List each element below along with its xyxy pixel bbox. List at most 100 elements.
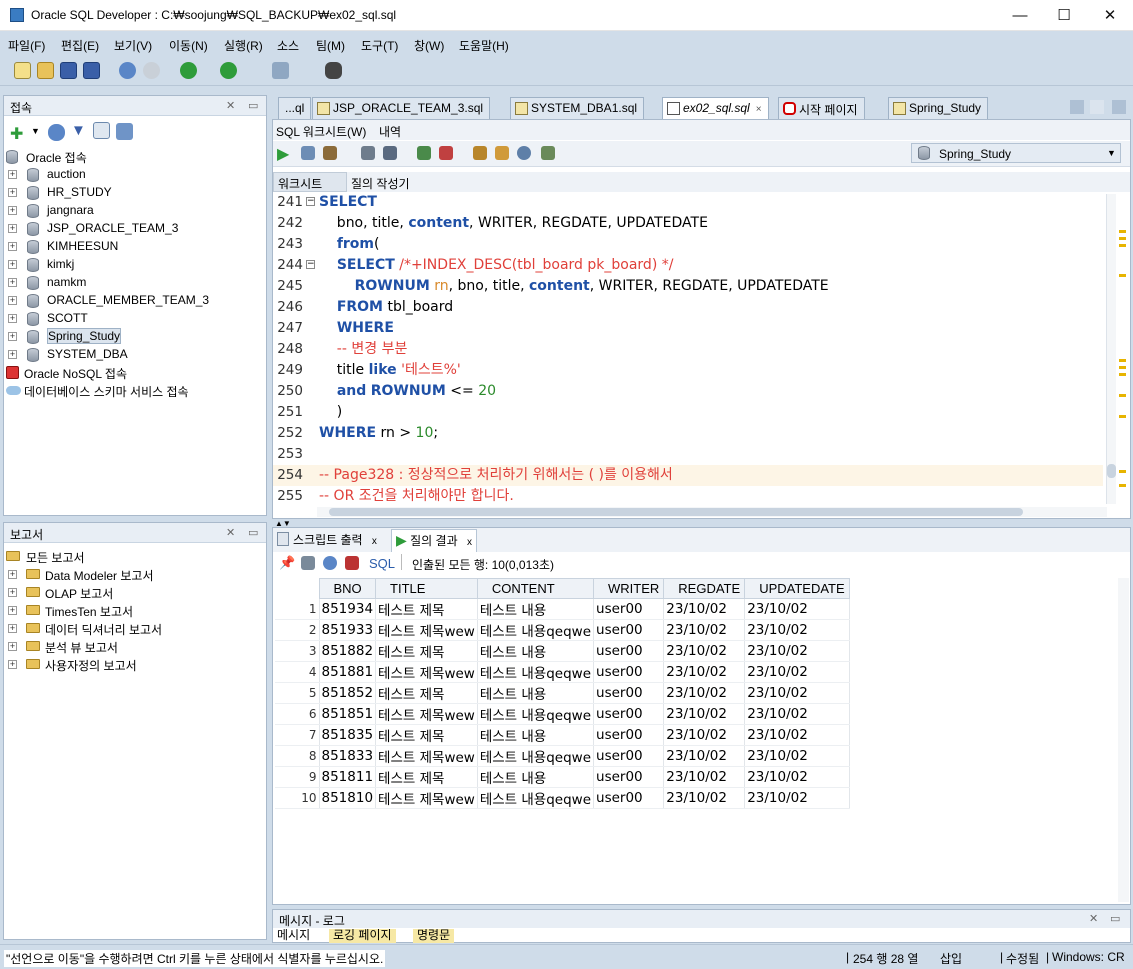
close-icon[interactable]: ✕ bbox=[1089, 912, 1098, 925]
table-cell[interactable]: 851833 bbox=[319, 745, 377, 767]
fold-icon[interactable]: − bbox=[306, 197, 315, 206]
table-cell[interactable]: 23/10/02 bbox=[663, 598, 746, 620]
tab-ex02-sql[interactable]: ex02_sql.sql × bbox=[662, 97, 769, 119]
format-icon[interactable] bbox=[541, 146, 555, 160]
expand-icon[interactable]: + bbox=[8, 606, 17, 615]
menu-help[interactable]: 도움말(H) bbox=[459, 37, 509, 54]
tab-logging-page[interactable]: 로깅 페이지 bbox=[329, 929, 396, 943]
minimize-icon[interactable]: ▭ bbox=[248, 526, 258, 539]
code-line[interactable]: 244− SELECT /*+INDEX_DESC(tbl_board pk_b… bbox=[273, 255, 1103, 276]
table-row[interactable]: 2 851933 테스트 제목wew 테스트 내용qeqwe user00 23/10/0… bbox=[275, 619, 850, 641]
table-cell[interactable]: 23/10/02 bbox=[663, 745, 746, 767]
tns-icon[interactable] bbox=[116, 123, 133, 140]
table-cell[interactable]: 23/10/02 bbox=[663, 682, 746, 704]
table-cell[interactable]: 851933 bbox=[319, 619, 377, 641]
column-header-bno[interactable]: BNO bbox=[318, 578, 377, 599]
scrollbar-thumb[interactable] bbox=[1107, 464, 1116, 478]
table-cell[interactable]: 테스트 제목wew bbox=[375, 661, 478, 683]
undo-icon[interactable] bbox=[119, 62, 136, 79]
subtab-sql-worksheet[interactable]: SQL 워크시트(W) bbox=[276, 123, 366, 140]
table-cell[interactable]: 테스트 내용 bbox=[477, 598, 595, 620]
table-cell[interactable]: user00 bbox=[593, 661, 665, 683]
tab-start-page[interactable]: 시작 페이지 bbox=[778, 97, 865, 119]
table-cell[interactable]: 851934 bbox=[319, 598, 377, 620]
expand-icon[interactable]: + bbox=[8, 260, 17, 269]
code-line[interactable]: 248 -- 변경 부분 bbox=[273, 339, 1103, 360]
table-cell[interactable]: 테스트 제목 bbox=[375, 766, 478, 788]
table-cell[interactable]: 851835 bbox=[319, 724, 377, 746]
table-cell[interactable]: 테스트 내용qeqwe bbox=[477, 745, 595, 767]
table-cell[interactable]: user00 bbox=[593, 724, 665, 746]
tab-worksheet[interactable]: 워크시트 bbox=[273, 172, 347, 192]
tab-spring-study[interactable]: Spring_Study bbox=[888, 97, 989, 119]
connection-select[interactable]: Spring_Study ▼ bbox=[911, 143, 1121, 163]
dropdown-arrow-icon[interactable]: ▼ bbox=[31, 126, 40, 136]
expand-icon[interactable]: + bbox=[8, 296, 17, 305]
column-header-writer[interactable]: WRITER bbox=[593, 578, 665, 599]
close-icon[interactable]: x bbox=[372, 536, 377, 547]
table-row[interactable]: 9 851811 테스트 제목 테스트 내용 user00 23/10/02 23/10/0… bbox=[275, 766, 850, 788]
close-icon[interactable]: ✕ bbox=[226, 99, 235, 112]
menu-tools[interactable]: 도구(T) bbox=[361, 37, 398, 54]
refresh-icon[interactable] bbox=[48, 124, 65, 141]
table-cell[interactable]: 테스트 제목 bbox=[375, 640, 478, 662]
fold-icon[interactable]: − bbox=[306, 260, 315, 269]
commit-icon[interactable] bbox=[417, 146, 431, 160]
expand-icon[interactable]: + bbox=[8, 642, 17, 651]
column-header-updatedate[interactable]: UPDATEDATE bbox=[744, 578, 850, 599]
minimize-icon[interactable]: ▭ bbox=[248, 99, 258, 112]
table-cell[interactable]: 테스트 제목 bbox=[375, 682, 478, 704]
add-connection-icon[interactable]: ✚ bbox=[10, 124, 23, 144]
run-script-icon[interactable] bbox=[301, 146, 315, 160]
code-line[interactable]: 253 bbox=[273, 444, 1103, 465]
refresh-icon[interactable] bbox=[323, 556, 337, 570]
table-row[interactable]: 3 851882 테스트 제목 테스트 내용 user00 23/10/02 23/10/0… bbox=[275, 640, 850, 662]
table-cell[interactable]: 23/10/02 bbox=[744, 661, 850, 683]
table-cell[interactable]: 23/10/02 bbox=[744, 724, 850, 746]
tab-ql[interactable]: ...ql bbox=[278, 97, 312, 119]
table-cell[interactable]: 테스트 제목wew bbox=[375, 619, 478, 641]
table-cell[interactable]: 테스트 내용 bbox=[477, 682, 595, 704]
table-cell[interactable]: 23/10/02 bbox=[744, 619, 850, 641]
expand-icon[interactable]: + bbox=[8, 332, 17, 341]
table-cell[interactable]: 851810 bbox=[319, 787, 377, 809]
scroll-tabs-left-icon[interactable] bbox=[1070, 100, 1084, 114]
table-cell[interactable]: 테스트 내용qeqwe bbox=[477, 703, 595, 725]
column-header-title[interactable]: TITLE bbox=[375, 578, 478, 599]
minimize-button[interactable]: — bbox=[997, 0, 1043, 31]
code-line[interactable]: 249 title like '테스트%' bbox=[273, 360, 1103, 381]
redo-icon[interactable] bbox=[143, 62, 160, 79]
menu-source[interactable]: 소스 bbox=[277, 37, 299, 54]
menu-navigate[interactable]: 이동(N) bbox=[169, 37, 208, 54]
table-cell[interactable]: 테스트 내용qeqwe bbox=[477, 787, 595, 809]
table-cell[interactable]: 851882 bbox=[319, 640, 377, 662]
menu-window[interactable]: 창(W) bbox=[414, 37, 444, 54]
close-icon[interactable]: x bbox=[467, 537, 472, 548]
menu-team[interactable]: 팀(M) bbox=[316, 37, 345, 54]
maximize-button[interactable]: ☐ bbox=[1041, 0, 1087, 31]
autotrace-icon[interactable] bbox=[323, 146, 337, 160]
table-cell[interactable]: 23/10/02 bbox=[744, 766, 850, 788]
table-cell[interactable]: 테스트 내용qeqwe bbox=[477, 619, 595, 641]
menu-view[interactable]: 보기(V) bbox=[114, 37, 152, 54]
table-row[interactable]: 5 851852 테스트 제목 테스트 내용 user00 23/10/02 23/10/0… bbox=[275, 682, 850, 704]
expand-icon[interactable]: + bbox=[8, 188, 17, 197]
scrollbar-thumb[interactable] bbox=[329, 508, 1023, 516]
menu-run[interactable]: 실행(R) bbox=[224, 37, 263, 54]
schema-browser-icon[interactable] bbox=[93, 122, 110, 139]
table-cell[interactable]: 테스트 제목wew bbox=[375, 703, 478, 725]
run-statement-icon[interactable]: ▶ bbox=[277, 144, 289, 164]
table-cell[interactable]: 23/10/02 bbox=[744, 745, 850, 767]
save-all-icon[interactable] bbox=[83, 62, 100, 79]
minimize-icon[interactable]: ▭ bbox=[1110, 912, 1120, 925]
code-line[interactable]: 254 -- Page328 : 정상적으로 처리하기 위해서는 ( )를 이용해… bbox=[273, 465, 1103, 486]
print-icon[interactable] bbox=[301, 556, 315, 570]
expand-icon[interactable]: + bbox=[8, 206, 17, 215]
table-cell[interactable]: 테스트 내용 bbox=[477, 766, 595, 788]
table-cell[interactable]: 23/10/02 bbox=[663, 766, 746, 788]
table-row[interactable]: 10 851810 테스트 제목wew 테스트 내용qeqwe user00 23/10/… bbox=[275, 787, 850, 809]
code-line[interactable]: 252 WHERE rn > 10; bbox=[273, 423, 1103, 444]
history-icon[interactable] bbox=[517, 146, 531, 160]
table-row[interactable]: 6 851851 테스트 제목wew 테스트 내용qeqwe user00 23/10/0… bbox=[275, 703, 850, 725]
table-cell[interactable]: 23/10/02 bbox=[744, 640, 850, 662]
